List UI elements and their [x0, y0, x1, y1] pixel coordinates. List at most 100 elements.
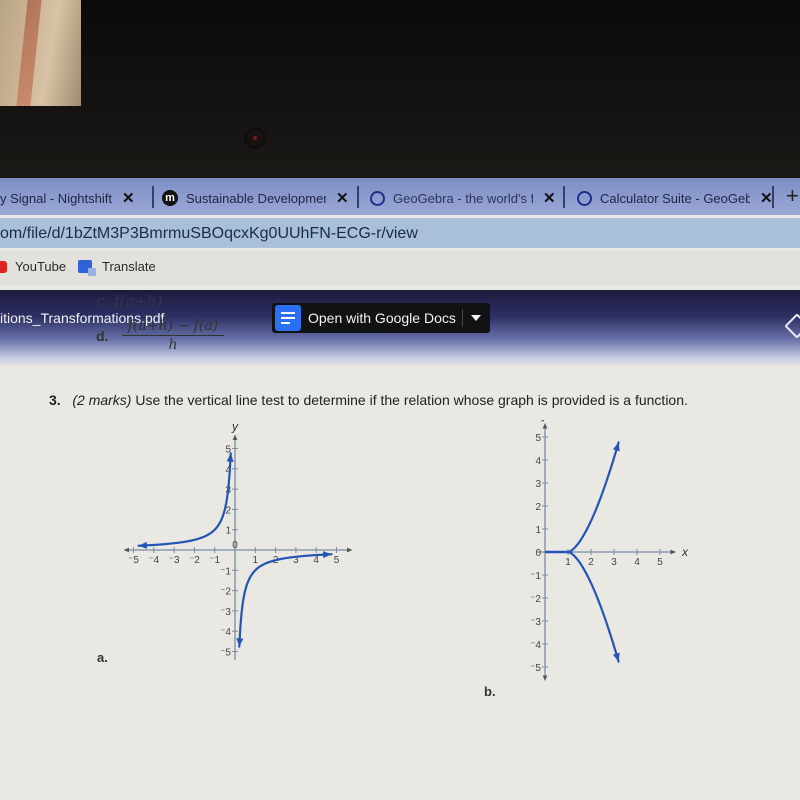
x-tick-label: 0	[232, 540, 238, 551]
dropdown-caret-icon[interactable]	[471, 315, 481, 321]
m-logo-icon: m	[162, 190, 178, 206]
tab-sustainable-development[interactable]: m Sustainable Development ✕	[162, 186, 352, 210]
tab-bar: y Signal - Nightshift / ( ✕ m Sustainabl…	[0, 178, 800, 215]
y-tick-label: ⁻4	[530, 640, 541, 651]
left-branch-curve	[137, 452, 232, 547]
y-tick-label: ⁻5	[530, 663, 541, 674]
open-with-label: Open with Google Docs	[308, 310, 456, 326]
tab-geogebra[interactable]: GeoGebra - the world's fa ✕	[370, 186, 560, 210]
x-axis-arrow	[123, 547, 130, 553]
y-tick-label: 3	[535, 479, 541, 490]
graph-b: x y 1 2 3 4 5 5 4 3 2 1 0 ⁻1 ⁻2 ⁻3 ⁻4 ⁻5	[530, 420, 689, 681]
y-tick-label: 1	[225, 526, 231, 537]
graph-a-label: a.	[97, 650, 108, 665]
tab-title: y Signal - Nightshift / (	[0, 190, 112, 206]
question-marks: (2 marks)	[72, 392, 132, 408]
tab-separator	[563, 186, 565, 208]
browser-window: y Signal - Nightshift / ( ✕ m Sustainabl…	[0, 178, 800, 800]
tab-separator	[772, 186, 774, 208]
upper-branch-curve	[566, 441, 620, 554]
x-tick-label: 5	[657, 557, 663, 568]
question-text: Use the vertical line test to determine …	[131, 392, 688, 408]
close-tab-icon[interactable]: ✕	[336, 189, 349, 207]
ghost-text: c. f(a+h)	[96, 292, 163, 310]
y-axis-label: y	[541, 420, 549, 422]
y-tick-label: ⁻5	[220, 648, 231, 659]
bookmark-translate[interactable]: Translate	[78, 259, 156, 276]
difference-quotient: f(a+h) − f(a) h	[122, 318, 224, 353]
fraction-denominator: h	[168, 337, 178, 353]
left-branch-curve-arrow	[138, 541, 148, 549]
y-tick-label: ⁻4	[220, 627, 231, 638]
part-d-label: d.	[96, 328, 109, 344]
geogebra-icon	[370, 190, 385, 206]
bookmark-youtube[interactable]: YouTube	[0, 259, 66, 274]
bookmark-label: YouTube	[15, 259, 67, 274]
lower-branch-curve-arrow	[612, 652, 620, 662]
graph-a: xy⁻5⁻4⁻3⁻2⁻101234554321⁻1⁻2⁻3⁻4⁻5	[123, 420, 353, 660]
x-tick-label: ⁻1	[209, 555, 220, 566]
monitor-bezel	[0, 0, 800, 178]
right-branch-curve	[238, 553, 333, 648]
y-tick-label: ⁻3	[530, 617, 541, 628]
bookmarks-bar: YouTube Translate	[0, 250, 800, 286]
lower-branch-curve	[566, 550, 620, 663]
y-tick-label: ⁻2	[530, 594, 541, 605]
x-axis-arrow	[670, 549, 676, 555]
right-branch-curve-arrow	[322, 551, 332, 559]
x-axis-arrow	[346, 547, 353, 553]
y-tick-label: 1	[535, 525, 541, 536]
url-text[interactable]: om/file/d/1bZtM3P3BmrmuSBOqcxKg0UUhFN-EC…	[0, 225, 418, 243]
y-tick-label: ⁻1	[530, 571, 541, 582]
new-tab-button[interactable]: +	[786, 183, 799, 209]
x-tick-label: 4	[313, 555, 319, 566]
tab-title: Sustainable Development	[186, 190, 326, 206]
y-tick-label: 5	[535, 433, 541, 444]
x-tick-label: 2	[588, 557, 594, 568]
tab-separator	[357, 186, 359, 208]
y-axis-arrow	[542, 675, 548, 681]
x-tick-label: ⁻4	[148, 555, 159, 566]
close-tab-icon[interactable]: ✕	[122, 189, 135, 207]
pdf-page: d. f(a+h) − f(a) h 3. (2 marks) Use the …	[0, 318, 800, 800]
y-tick-label: ⁻2	[220, 587, 231, 598]
x-tick-label: 1	[565, 557, 571, 568]
y-tick-label: 2	[535, 502, 541, 513]
graph-b-label: b.	[484, 684, 496, 699]
y-axis-arrow	[232, 434, 238, 441]
y-tick-label: 0	[535, 548, 541, 559]
webcam	[247, 130, 263, 146]
tab-separator	[152, 186, 154, 208]
question-number: 3.	[49, 392, 61, 408]
close-tab-icon[interactable]: ✕	[760, 189, 773, 207]
x-tick-label: 5	[334, 555, 340, 566]
background-wall-photo	[0, 0, 81, 106]
youtube-icon	[0, 260, 7, 273]
y-tick-label: ⁻1	[220, 566, 231, 577]
x-tick-label: 3	[611, 557, 617, 568]
y-tick-label: ⁻3	[220, 607, 231, 618]
right-branch-curve-arrow	[236, 638, 244, 647]
y-axis-arrow	[542, 423, 548, 429]
y-tick-label: 4	[535, 456, 541, 467]
button-divider	[462, 309, 463, 327]
upper-branch-curve-arrow	[612, 442, 620, 452]
tab-signal[interactable]: y Signal - Nightshift / ( ✕	[0, 186, 145, 210]
x-tick-label: 4	[634, 557, 640, 568]
x-tick-label: 1	[253, 555, 259, 566]
address-bar[interactable]: om/file/d/1bZtM3P3BmrmuSBOqcxKg0UUhFN-EC…	[0, 218, 800, 248]
tab-calculator-suite[interactable]: Calculator Suite - GeoGeb ✕	[577, 186, 777, 210]
translate-icon	[78, 260, 96, 276]
y-axis-label: y	[231, 420, 239, 434]
x-axis-label: x	[681, 545, 689, 559]
tab-title: GeoGebra - the world's fa	[393, 190, 533, 206]
geogebra-icon	[577, 190, 592, 206]
x-tick-label: ⁻5	[128, 555, 139, 566]
fraction-numerator: f(a+h) − f(a)	[122, 318, 224, 336]
close-tab-icon[interactable]: ✕	[543, 189, 556, 207]
bookmark-label: Translate	[102, 259, 156, 274]
x-tick-label: ⁻2	[189, 555, 200, 566]
x-tick-label: ⁻3	[169, 555, 180, 566]
question-3: 3. (2 marks) Use the vertical line test …	[49, 392, 688, 408]
tab-title: Calculator Suite - GeoGeb	[600, 190, 750, 206]
